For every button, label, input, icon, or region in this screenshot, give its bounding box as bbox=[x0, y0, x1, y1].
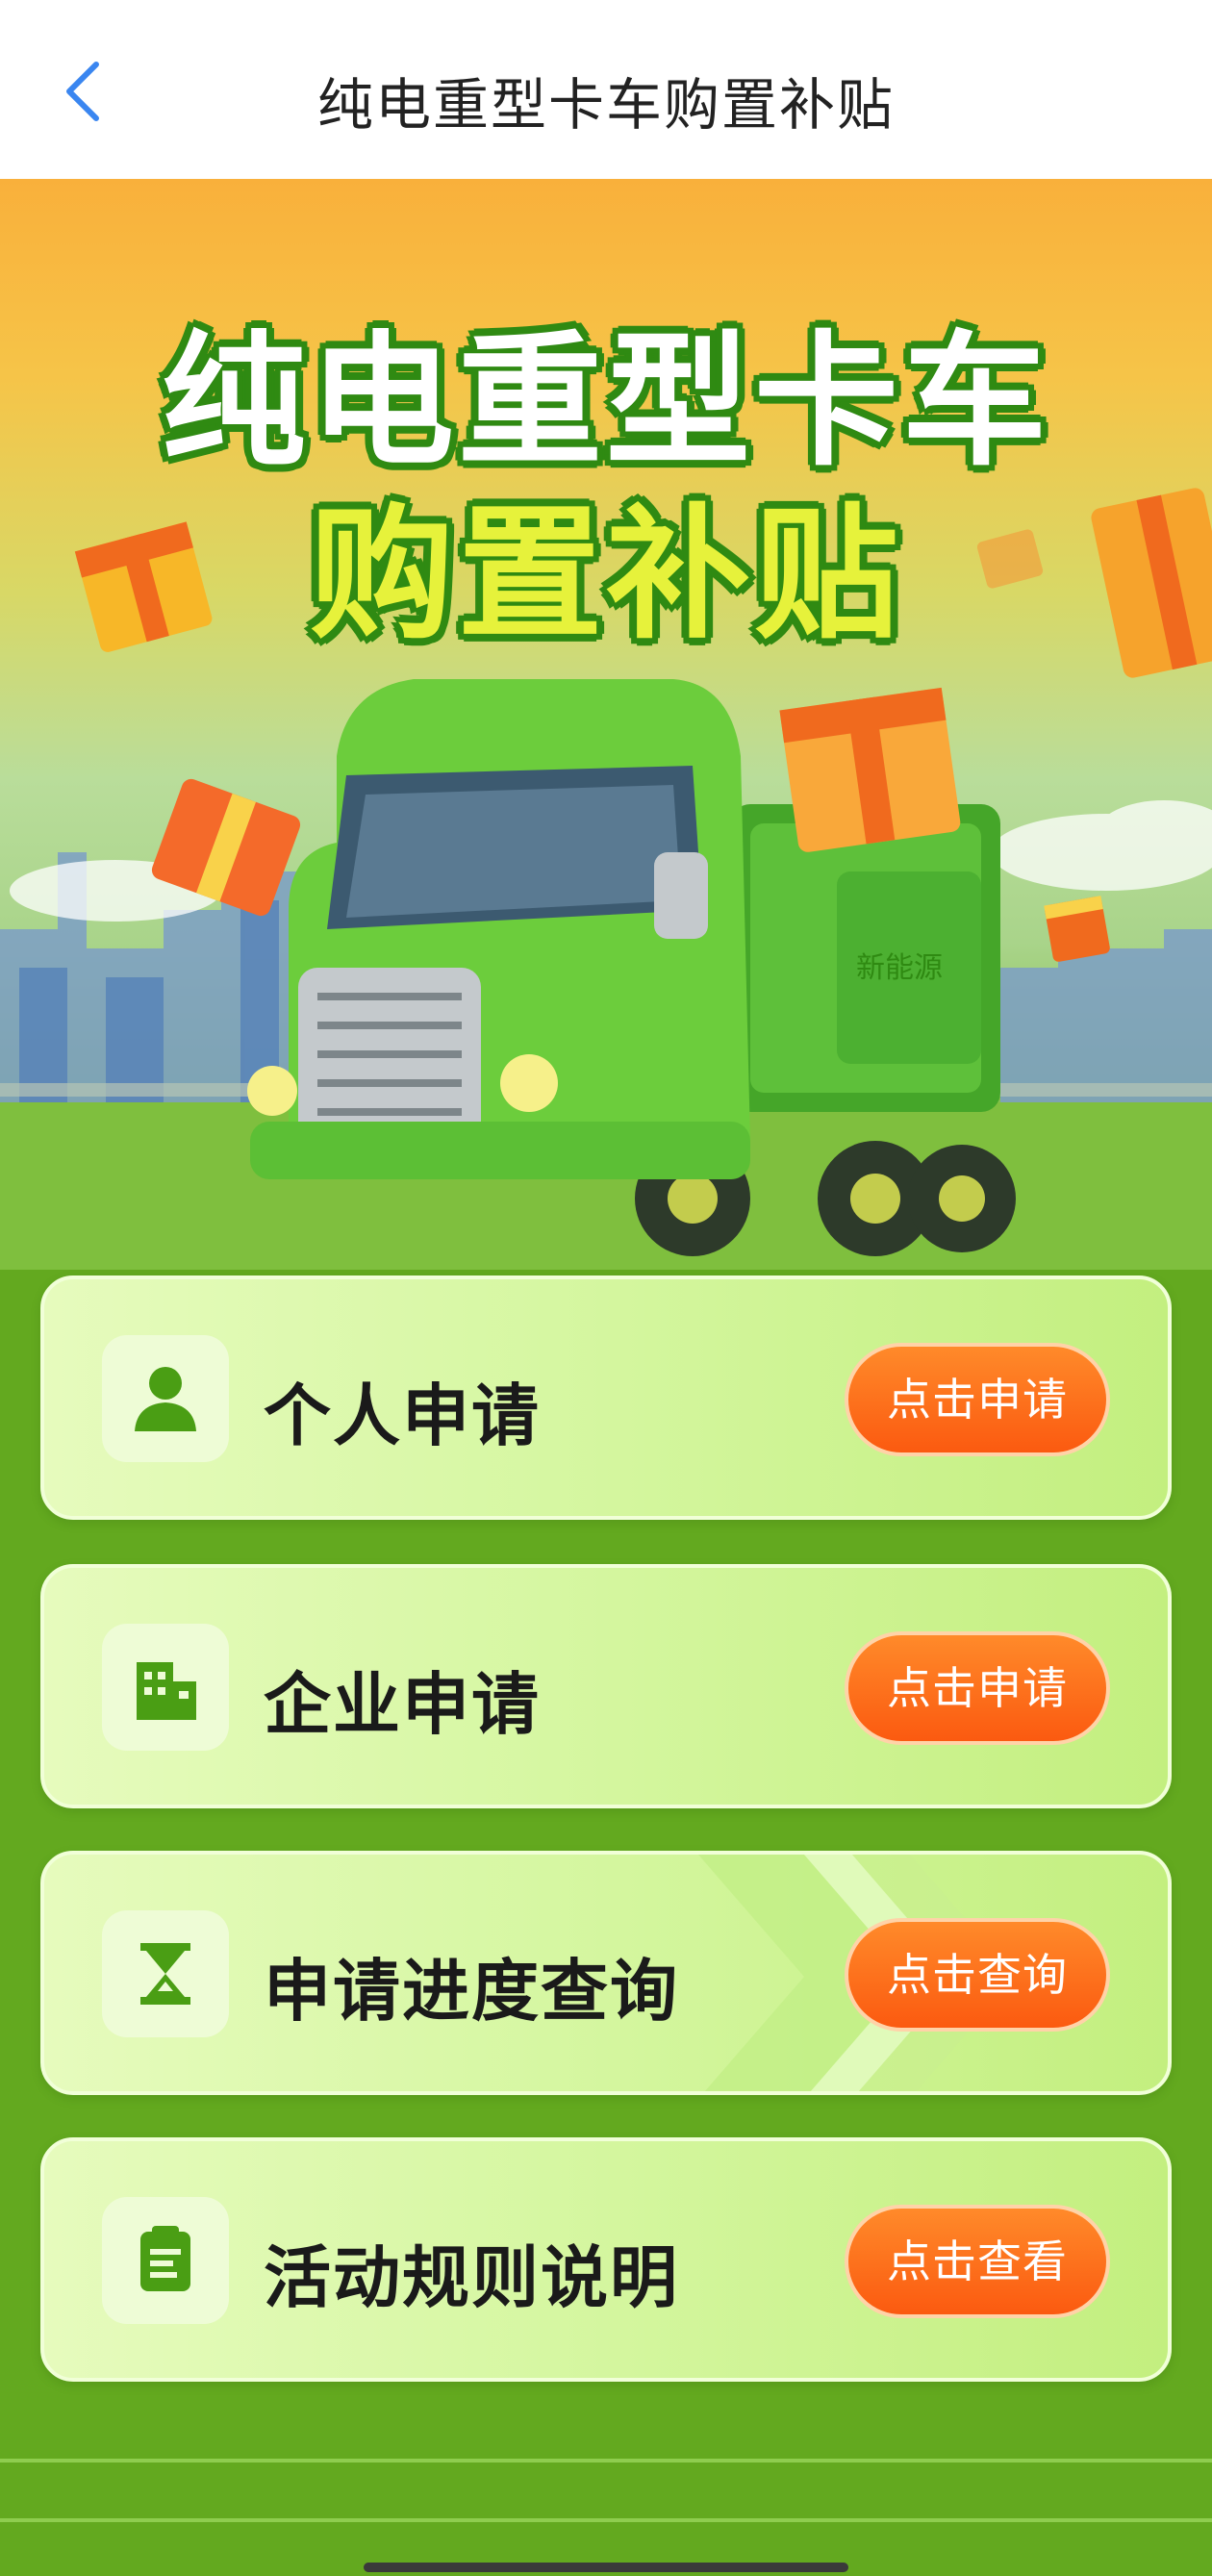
view-button[interactable]: 点击查看 bbox=[845, 2205, 1110, 2318]
menu-item-label: 个人申请 bbox=[264, 1376, 541, 1455]
building-icon bbox=[137, 1662, 196, 1720]
divider bbox=[0, 2459, 1212, 2462]
gift-icon bbox=[779, 687, 961, 852]
menu-item-progress-query[interactable]: 申请进度查询 点击查询 bbox=[40, 1851, 1172, 2095]
menu-item-personal-apply[interactable]: 个人申请 点击申请 bbox=[40, 1275, 1172, 1520]
divider bbox=[0, 2518, 1212, 2522]
apply-button[interactable]: 点击申请 bbox=[845, 1343, 1110, 1456]
document-icon bbox=[140, 2226, 190, 2291]
hourglass-icon bbox=[140, 1943, 190, 2005]
icon-box bbox=[102, 1624, 229, 1751]
apply-button[interactable]: 点击申请 bbox=[845, 1631, 1110, 1745]
menu-item-label: 企业申请 bbox=[264, 1665, 541, 1744]
top-nav-bar: 纯电重型卡车购置补贴 bbox=[0, 0, 1212, 179]
icon-box bbox=[102, 1335, 229, 1462]
menu-item-label: 活动规则说明 bbox=[264, 2238, 679, 2317]
truck-side-text: 新能源 bbox=[856, 952, 943, 984]
hero-banner: 新能源 纯电重型卡车 购置补贴 bbox=[0, 179, 1212, 1270]
icon-box bbox=[102, 2197, 229, 2324]
menu-item-activity-rules[interactable]: 活动规则说明 点击查看 bbox=[40, 2137, 1172, 2382]
icon-box bbox=[102, 1910, 229, 2037]
menu-item-enterprise-apply[interactable]: 企业申请 点击申请 bbox=[40, 1564, 1172, 1808]
page-title: 纯电重型卡车购置补贴 bbox=[316, 72, 895, 138]
query-button[interactable]: 点击查询 bbox=[845, 1918, 1110, 2032]
home-indicator[interactable] bbox=[364, 2563, 848, 2572]
person-icon bbox=[135, 1367, 196, 1431]
gift-icon bbox=[1044, 896, 1110, 962]
hero-title-line2: 购置补贴 bbox=[309, 492, 902, 659]
menu-item-label: 申请进度查询 bbox=[264, 1952, 679, 2031]
